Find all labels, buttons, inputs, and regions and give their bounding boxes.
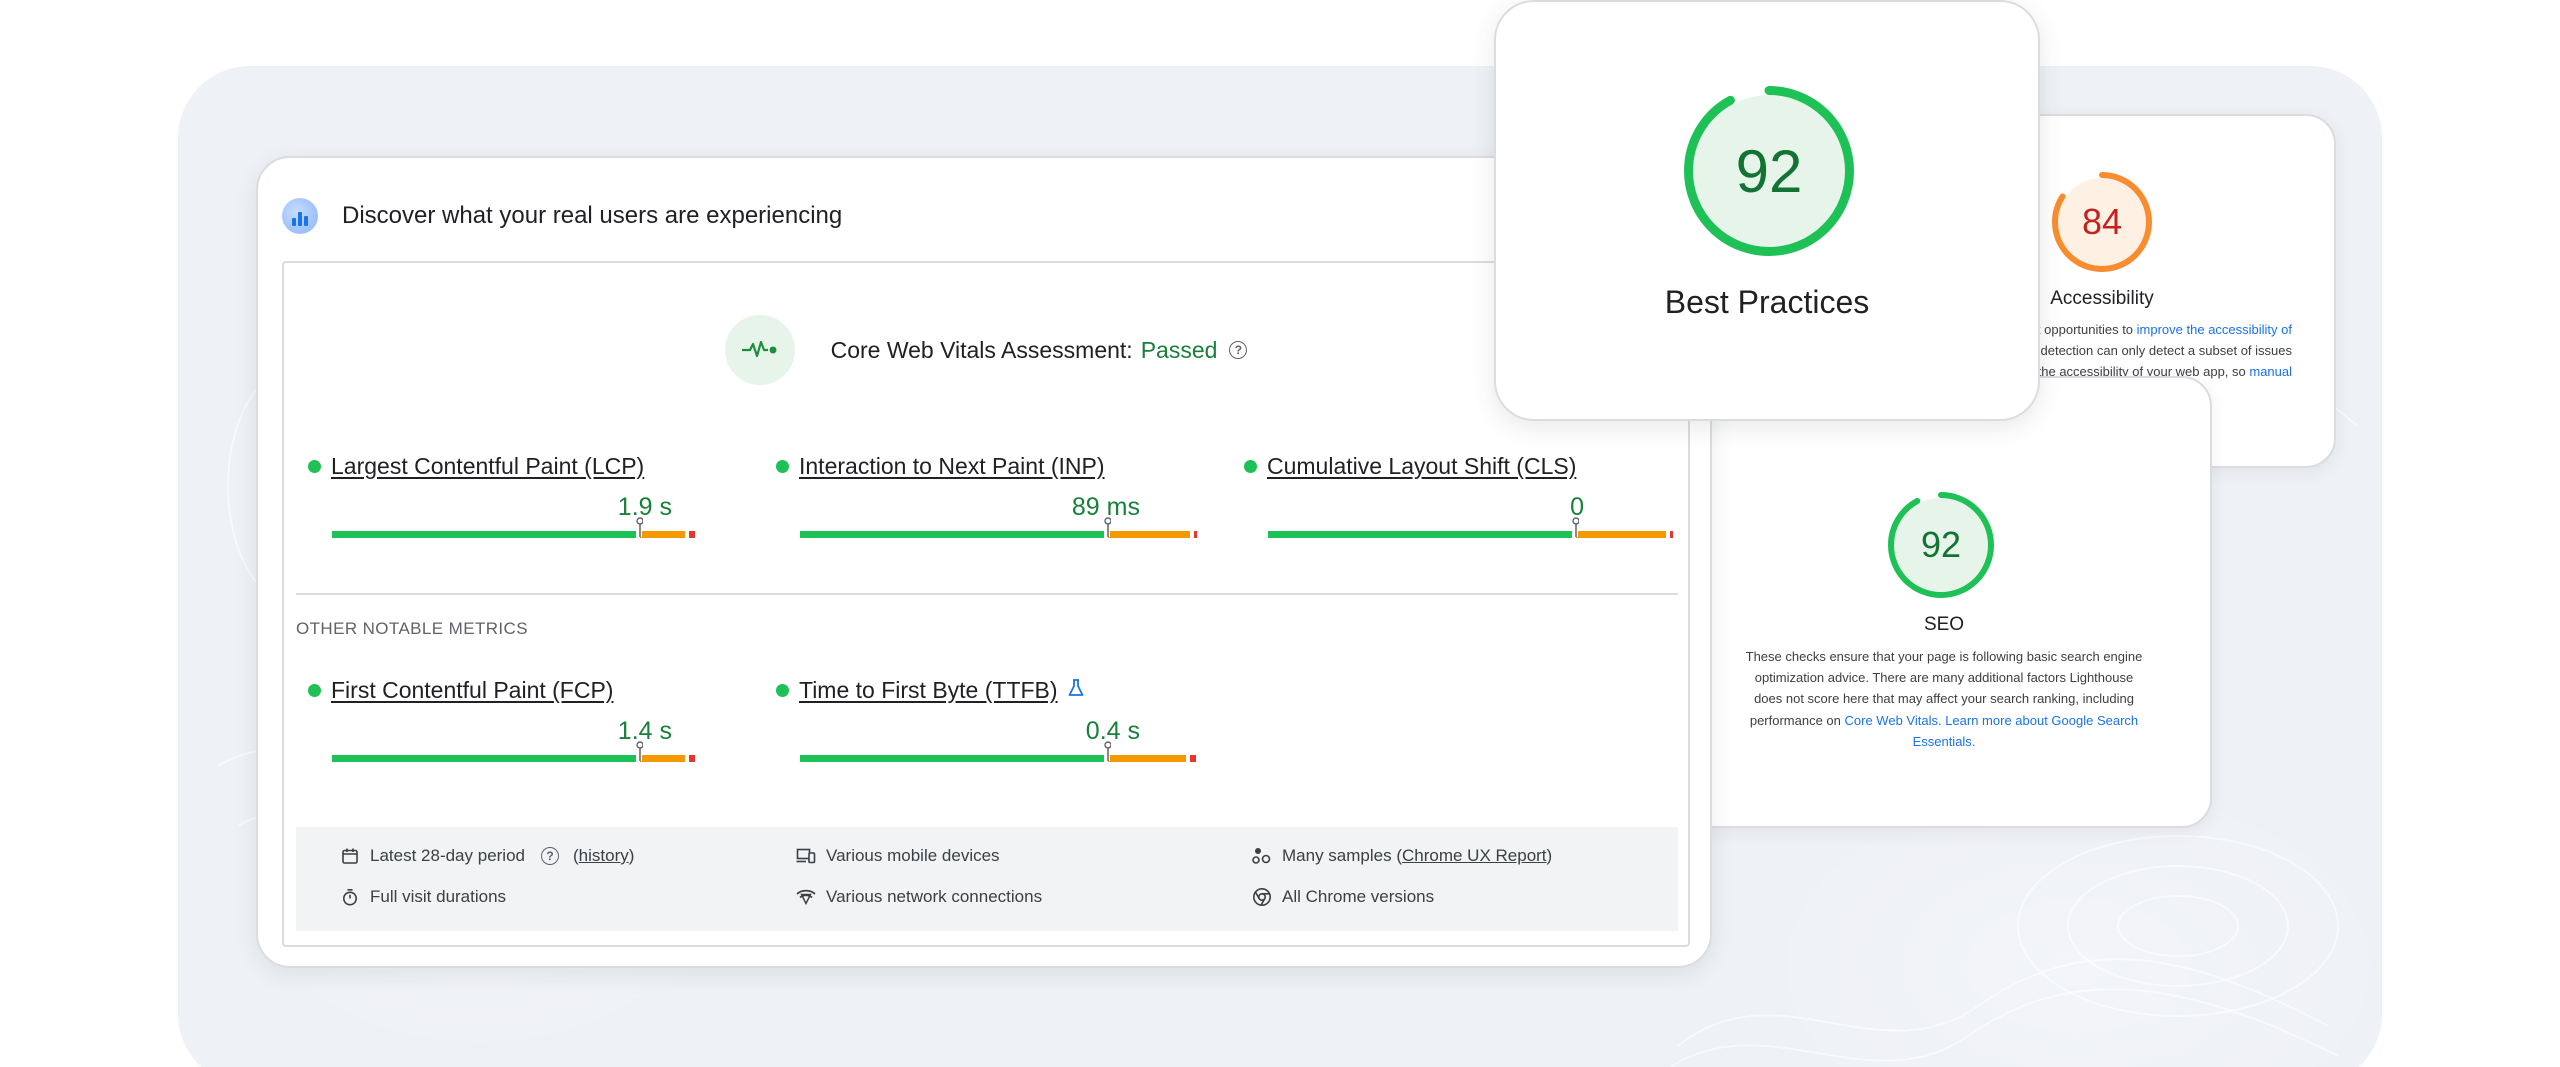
accessibility-description: t opportunities to improve the accessibi… [2026, 322, 2292, 379]
distribution-bar [800, 517, 1210, 538]
best-practices-card: 92 Best Practices [1494, 0, 2040, 421]
metric-ttfb: Time to First Byte (TTFB) 0.4 s [776, 675, 1210, 762]
other-metrics-heading: OTHER NOTABLE METRICS [296, 619, 528, 638]
manual-link[interactable]: manual [2249, 364, 2292, 379]
best-practices-label: Best Practices [1664, 284, 1870, 320]
poor-segment [1189, 755, 1196, 762]
good-segment [332, 755, 636, 762]
duration-info: Full visit durations [340, 887, 506, 907]
status-dot [308, 459, 321, 473]
devices-icon [796, 846, 816, 866]
p75-marker-icon [1103, 517, 1111, 537]
metric-lcp: Largest Contentful Paint (LCP) 1.9 s [308, 451, 742, 538]
poor-segment [688, 755, 695, 762]
lab-flask-icon [1068, 678, 1084, 702]
pulse-icon [724, 315, 795, 385]
p75-marker-icon [1571, 517, 1579, 537]
chrome-ux-report-link[interactable]: Chrome UX Report [1402, 846, 1547, 866]
search-essentials-link[interactable]: Essentials [1913, 734, 1972, 749]
good-segment [800, 531, 1104, 538]
samples-info: Many samples (Chrome UX Report) [1252, 846, 1552, 866]
needs-improvement-segment [1107, 531, 1190, 538]
metric-name-cls[interactable]: Cumulative Layout Shift (CLS) [1267, 453, 1576, 480]
network-info: Various network connections [796, 887, 1042, 907]
core-web-vitals-link[interactable]: Core Web Vitals [1845, 713, 1938, 728]
metric-fcp: First Contentful Paint (FCP) 1.4 s [308, 675, 742, 762]
needs-improvement-segment [639, 531, 685, 538]
metric-name-fcp[interactable]: First Contentful Paint (FCP) [331, 677, 613, 704]
metric-cls: Cumulative Layout Shift (CLS) 0 [1244, 451, 1678, 538]
status-dot [1244, 459, 1257, 473]
metric-value-fcp: 1.4 s [617, 717, 672, 745]
distribution-bar [1268, 517, 1678, 538]
accessibility-score: 84 [2081, 201, 2123, 242]
poor-segment [1669, 531, 1673, 538]
seo-card: 92 SEO These checks ensure that your pag… [1676, 376, 2212, 828]
devices-info: Various mobile devices [796, 846, 1000, 866]
accessibility-gauge: 84 [2052, 172, 2152, 272]
seo-description: These checks ensure that your page is fo… [1745, 649, 2143, 749]
good-segment [800, 755, 1104, 762]
status-dot [776, 459, 789, 473]
needs-improvement-segment [1107, 755, 1186, 762]
good-segment [332, 531, 636, 538]
seo-gauge: 92 [1888, 492, 1994, 598]
metric-value-lcp: 1.9 s [617, 493, 672, 521]
calendar-icon [340, 846, 360, 866]
timer-icon [340, 887, 360, 907]
seo-score: 92 [1920, 524, 1962, 565]
seo-label: SEO [1923, 614, 1965, 635]
data-scope-panel: Latest 28-day period ? (history) Full vi… [296, 827, 1678, 931]
poor-segment [688, 531, 695, 538]
crux-header: Discover what your real users are experi… [282, 196, 842, 236]
distribution-bar [332, 517, 742, 538]
period-help-icon[interactable]: ? [541, 847, 559, 865]
crux-title: Discover what your real users are experi… [342, 202, 843, 229]
crux-logo-icon [282, 198, 318, 234]
status-dot [776, 683, 789, 697]
section-divider [296, 593, 1678, 595]
metric-name-inp[interactable]: Interaction to Next Paint (INP) [799, 453, 1105, 480]
network-icon [796, 887, 816, 907]
p75-marker-icon [1103, 741, 1111, 761]
p75-marker-icon [635, 517, 643, 537]
best-practices-gauge: 92 [1684, 86, 1854, 256]
cwv-assessment-status: Passed [1140, 336, 1218, 363]
needs-improvement-segment [1575, 531, 1666, 538]
improve-accessibility-link[interactable]: improve the accessibility of [2137, 322, 2292, 337]
chrome-icon [1252, 887, 1272, 907]
cwv-assessment-label: Core Web Vitals Assessment: [830, 336, 1133, 363]
poor-segment [1193, 531, 1197, 538]
good-segment [1268, 531, 1572, 538]
period-info: Latest 28-day period ? (history) [340, 846, 634, 866]
distribution-bar [800, 741, 1210, 762]
learn-more-search-link[interactable]: . Learn more about Google Search [1938, 713, 2138, 728]
metric-inp: Interaction to Next Paint (INP) 89 ms [776, 451, 1210, 538]
crux-metrics-panel: Core Web Vitals Assessment: Passed ? Lar… [282, 261, 1690, 947]
cwv-assessment: Core Web Vitals Assessment: Passed ? [284, 315, 1688, 385]
history-link[interactable]: history [579, 846, 629, 866]
help-icon[interactable]: ? [1229, 341, 1248, 359]
versions-info: All Chrome versions [1252, 887, 1434, 907]
samples-icon [1252, 846, 1272, 866]
metric-name-lcp[interactable]: Largest Contentful Paint (LCP) [331, 453, 644, 480]
metric-value-ttfb: 0.4 s [1085, 717, 1140, 745]
best-practices-score: 92 [1735, 137, 1803, 205]
needs-improvement-segment [639, 755, 685, 762]
metric-name-ttfb[interactable]: Time to First Byte (TTFB) [799, 677, 1058, 704]
p75-marker-icon [635, 741, 643, 761]
status-dot [308, 683, 321, 697]
distribution-bar [332, 741, 742, 762]
